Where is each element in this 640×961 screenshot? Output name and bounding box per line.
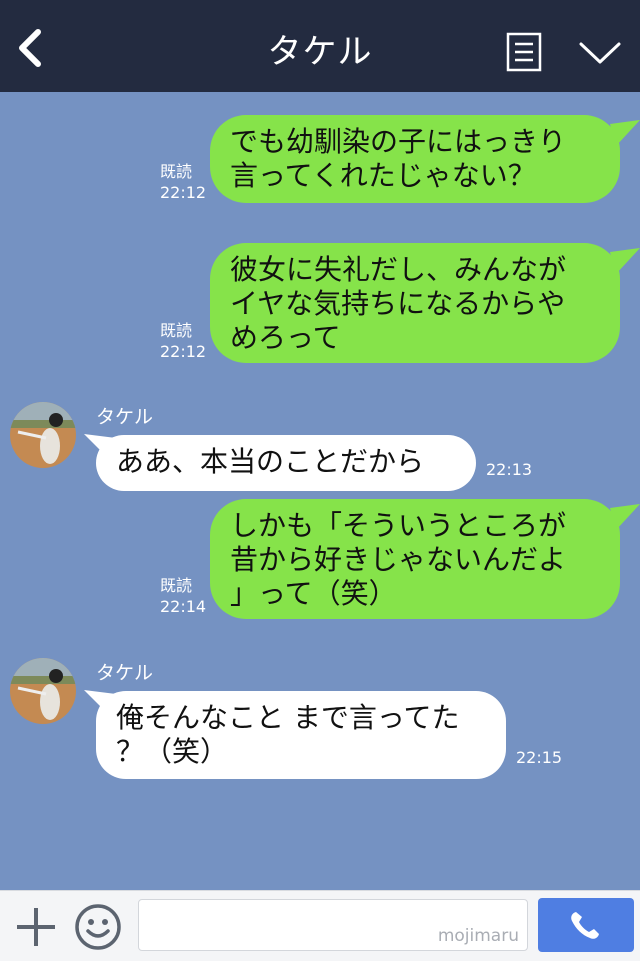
message-bubble-outgoing[interactable]: しかも「そういうところが 昔から好きじゃないんだよ 」って（笑） [210,499,620,619]
phone-icon [571,912,599,939]
sender-name: タケル [96,662,154,684]
chevron-down-icon[interactable] [578,38,622,68]
message-bubble-incoming[interactable]: 俺そんなこと まで言ってた ？（笑） [96,691,506,779]
message-bubble-incoming[interactable]: ああ、本当のことだから [96,435,476,491]
message-time: 22:12 [160,183,207,202]
message-meta: 既読 22:12 [160,320,206,362]
avatar[interactable] [10,658,76,724]
message-time: 22:13 [486,460,533,479]
menu-icon[interactable] [506,32,542,72]
read-receipt: 既読 [160,576,193,595]
avatar-photo-icon [10,402,76,468]
message-bubble-outgoing[interactable]: でも幼馴染の子にはっきり 言ってくれたじゃない？ [210,115,620,203]
message-input[interactable]: mojimaru [138,899,528,951]
call-button[interactable] [538,898,634,952]
read-receipt: 既読 [160,162,193,181]
avatar-photo-icon [10,658,76,724]
chat-title: タケル [267,32,373,72]
message-meta: 既読 22:14 [160,575,206,617]
plus-icon[interactable] [14,905,58,949]
message-time: 22:14 [160,597,207,616]
chat-header: タケル [0,0,640,92]
read-receipt: 既読 [160,321,193,340]
message-time: 22:15 [516,748,563,767]
avatar[interactable] [10,402,76,468]
smiley-icon[interactable] [74,903,122,951]
message-meta: 既読 22:12 [160,161,206,203]
message-time: 22:12 [160,342,207,361]
message-bubble-outgoing[interactable]: 彼女に失礼だし、みんなが イヤな気持ちになるからや めろって [210,243,620,363]
chat-area[interactable]: でも幼馴染の子にはっきり 言ってくれたじゃない？ 既読 22:12 彼女に失礼だ… [0,92,640,890]
watermark: mojimaru [437,926,519,946]
sender-name: タケル [96,406,154,428]
composer-bar: mojimaru [0,890,640,961]
